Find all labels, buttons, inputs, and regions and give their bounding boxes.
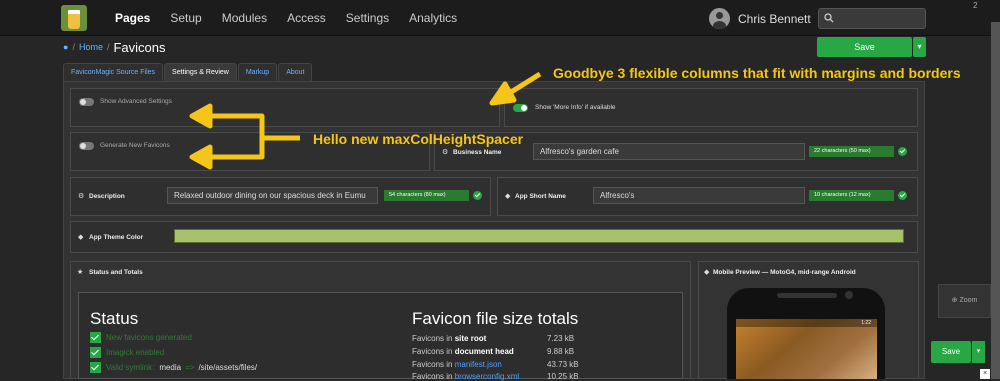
annotation-arrows bbox=[189, 71, 542, 170]
arrow-head bbox=[489, 81, 517, 106]
arrow-head bbox=[189, 144, 213, 170]
arrow-line bbox=[506, 71, 542, 97]
arrow-head bbox=[189, 103, 213, 129]
annotation-top: Goodbye 3 flexible columns that fit with… bbox=[553, 65, 961, 81]
bracket-line bbox=[208, 113, 300, 141]
annotation-middle: Hello new maxColHeightSpacer bbox=[313, 131, 524, 147]
bracket-line bbox=[208, 138, 265, 160]
